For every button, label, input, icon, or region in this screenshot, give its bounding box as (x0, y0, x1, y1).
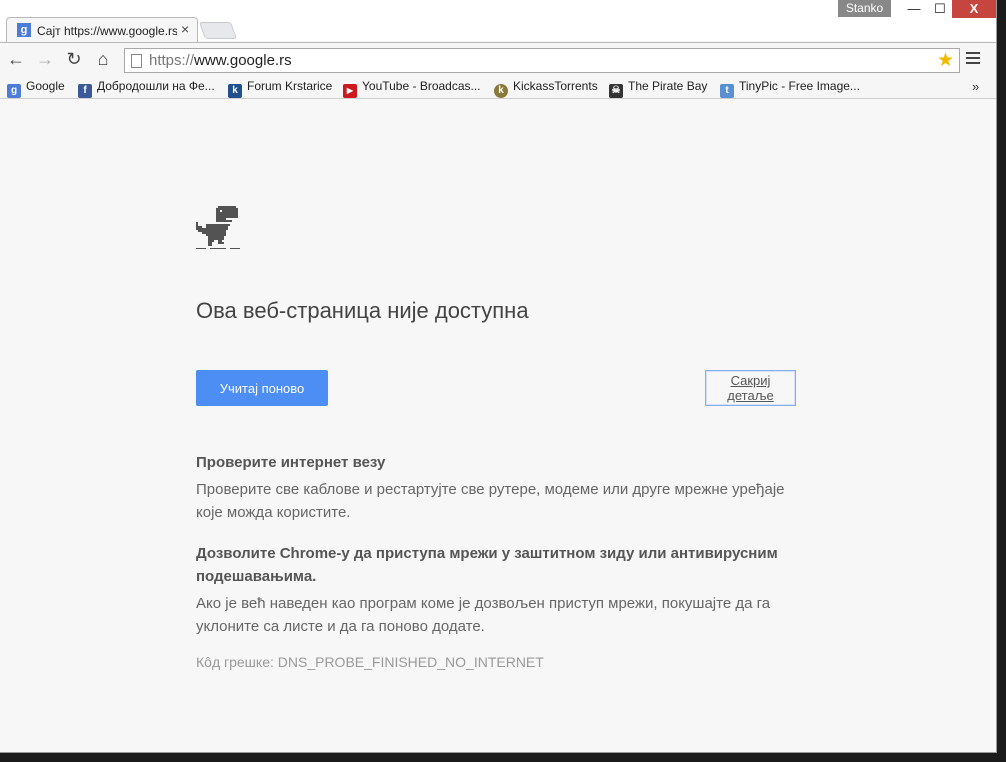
error-heading: Ова веб-страница није доступна (196, 298, 529, 323)
tab-close-icon[interactable]: × (181, 21, 189, 37)
bookmarks-overflow-chevron-icon[interactable]: » (972, 79, 979, 94)
bookmark-label: TinyPic - Free Image... (739, 79, 860, 93)
error-page: Ова веб-страница није доступна Учитај по… (0, 99, 996, 752)
chrome-menu-icon[interactable] (966, 52, 980, 66)
bookmark-forum-krstarice[interactable]: k Forum Krstarice (228, 79, 332, 98)
address-bar[interactable]: https://www.google.rs ★ (124, 48, 960, 73)
user-profile-badge[interactable]: Stanko (838, 0, 891, 17)
maximize-button[interactable]: ☐ (928, 0, 952, 18)
bookmark-kickasstorrents[interactable]: k KickassTorrents (494, 79, 598, 98)
facebook-icon: f (78, 84, 92, 98)
browser-tab[interactable]: g Сајт https://www.google.rs × (6, 17, 198, 43)
offline-dinosaur-icon[interactable] (196, 206, 240, 250)
suggestion-title-connection: Проверите интернет везу (196, 454, 386, 471)
url-scheme: https:// (149, 52, 195, 69)
bookmark-facebook[interactable]: f Добродошли на Фе... (78, 79, 215, 98)
kickass-icon: k (494, 84, 508, 98)
piratebay-icon: ☠ (609, 84, 623, 98)
suggestion-body-firewall: Ако је већ наведен као програм коме је д… (196, 595, 771, 635)
bookmark-label: Forum Krstarice (247, 79, 333, 93)
minimize-button[interactable]: — (900, 0, 928, 18)
google-icon: g (7, 84, 21, 98)
bookmark-pirate-bay[interactable]: ☠ The Pirate Bay (609, 79, 707, 98)
bookmark-google[interactable]: g Google (7, 79, 65, 98)
tinypic-icon: t (720, 84, 734, 98)
title-bar: g Сајт https://www.google.rs × Stanko — … (0, 0, 996, 43)
navigation-toolbar: ← → ↻ ⌂ https://www.google.rs ★ (0, 42, 996, 77)
bookmark-label: KickassTorrents (513, 79, 598, 93)
close-window-button[interactable]: X (952, 0, 996, 18)
suggestion-title-firewall: Дозволите Chrome-у да приступа мрежи у з… (196, 545, 778, 585)
tab-title: Сајт https://www.google.rs (37, 24, 177, 38)
page-icon (131, 54, 142, 68)
error-code: Кôд грешке: DNS_PROBE_FINISHED_NO_INTERN… (196, 654, 544, 670)
bookmark-star-icon[interactable]: ★ (937, 49, 954, 72)
home-icon[interactable]: ⌂ (92, 48, 114, 70)
reload-button[interactable]: Учитај поново (196, 370, 328, 406)
browser-window: g Сајт https://www.google.rs × Stanko — … (0, 0, 997, 753)
reload-icon[interactable]: ↻ (63, 48, 85, 70)
bookmark-label: YouTube - Broadcas... (362, 79, 481, 93)
krstarica-icon: k (228, 84, 242, 98)
hide-details-button[interactable]: Сакриј детаље (705, 370, 796, 406)
new-tab-button[interactable] (198, 22, 238, 39)
bookmark-label: The Pirate Bay (628, 79, 708, 93)
youtube-icon: ▶ (343, 84, 357, 98)
bookmark-label: Добродошли на Фе... (97, 79, 215, 93)
forward-arrow-icon[interactable]: → (34, 48, 56, 70)
bookmark-tinypic[interactable]: t TinyPic - Free Image... (720, 79, 860, 98)
bookmark-youtube[interactable]: ▶ YouTube - Broadcas... (343, 79, 481, 98)
url-text[interactable]: https://www.google.rs (149, 52, 292, 69)
suggestion-body-connection: Проверите све каблове и рестартујте све … (196, 481, 785, 521)
bookmark-label: Google (26, 79, 65, 93)
back-arrow-icon[interactable]: ← (5, 48, 27, 70)
url-host: www.google.rs (194, 52, 292, 69)
bookmarks-bar: g Google f Добродошли на Фе... k Forum Krst… (0, 76, 996, 99)
google-favicon-icon: g (17, 23, 31, 37)
